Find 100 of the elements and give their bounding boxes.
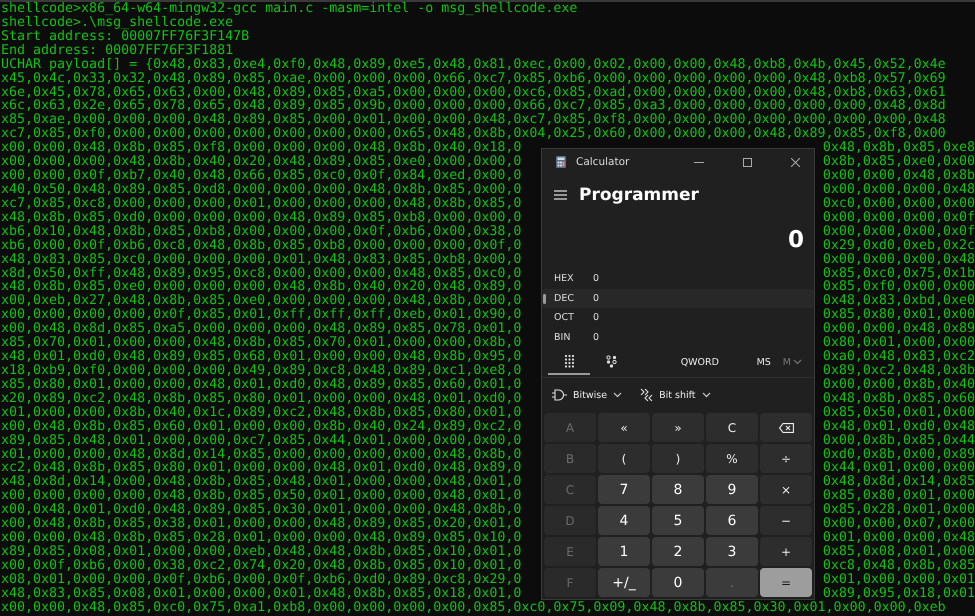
terminal-line: x40,0x50,0x48,0x89,0x85,0xd8,0x00,0x00,0x00,0x48,0x8b,0x85,0x00,0	[1, 182, 522, 197]
calculator-key[interactable]: C	[706, 413, 758, 442]
terminal-line: x00,0x48,0x8b,0x85,0x60,0x01,0x00,0x00,0x8b,0x40,0x24,0x89,0xc2,0	[1, 420, 522, 434]
terminal-line: x00,0xeb,0x27,0x48,0x8b,0x85,0xe0,0x00,0x00,0x00,0x48,0x8b,0x00,0	[1, 294, 522, 308]
dropdown-button[interactable]: Bit shift	[636, 383, 715, 407]
terminal-line: x00,0x48,0x8b,0x85,0x38,0x01,0x00,0x00,0x48,0x89,0x85,0x20,0x01,0	[1, 517, 522, 532]
calculator-key[interactable]: 1	[598, 537, 650, 566]
logic-gate-icon	[552, 389, 567, 401]
terminal-line: Start address: 00007FF76F3F147B	[1, 30, 250, 44]
calculator-key[interactable]: 4	[598, 506, 650, 535]
terminal-line: 0x85,0x08,0x01,0x00	[822, 544, 975, 559]
calculator-key[interactable]	[760, 413, 812, 442]
calculator-key[interactable]: ×	[760, 475, 812, 504]
calculator-key[interactable]: +	[760, 537, 812, 566]
number-base-row[interactable]: OCT 0	[542, 308, 814, 328]
calculator-key[interactable]: 5	[652, 506, 704, 535]
terminal-line: 0x48,0x8d,0x14,0x85	[822, 475, 975, 490]
terminal-line: xc7,0x85,0xf0,0x00,0x00,0x00,0x00,0x00,0x00,0x00,0x65,0x48,0x8b,0x04,0x25,0x60,0x00,0x00,0x00,0x48,0x89,0x85,0xf8,0x00	[1, 127, 946, 142]
terminal-line: 0x48,0x8b,0x85,0x60	[822, 392, 975, 406]
terminal-line: 0x85,0x80,0x01,0x00	[822, 489, 975, 504]
terminal-line: 0x00,0x00,0x00,0x0f	[822, 210, 975, 225]
terminal-line: x00,0x48,0x01,0xd0,0x48,0x89,0x85,0x30,0x01,0x00,0x00,0x48,0x8b,0	[1, 503, 522, 518]
calculator-key[interactable]: 3	[706, 537, 758, 566]
terminal-line: x00,0x00,0x48,0x8b,0x85,0x28,0x01,0x00,0x00,0x48,0x89,0x85,0x10,0	[1, 531, 522, 545]
calculator-key[interactable]: 7	[598, 475, 650, 504]
terminal-line: x00,0x00,0x00,0x00,0x0f,0x85,0x01,0xff,0xff,0xff,0xeb,0x01,0x90,0	[1, 308, 522, 322]
calculator-key[interactable]: =	[760, 568, 812, 597]
terminal-line: x00,0x0f,0xb6,0x00,0x38,0xc2,0x74,0x20,0x48,0x8b,0x85,0x10,0x01,0	[1, 558, 522, 573]
terminal-line: 0x00,0x00,0x00,0x48	[822, 182, 975, 197]
double-chevron-icon	[640, 388, 654, 402]
terminal-line: x48,0x8b,0x85,0xd0,0x00,0x00,0x00,0x48,0x89,0x85,0xb8,0x00,0x00,0	[1, 210, 522, 225]
calculator-key[interactable]: »	[652, 413, 704, 442]
calculator-key[interactable]: «	[598, 413, 650, 442]
close-icon	[790, 158, 800, 166]
maximize-icon	[742, 158, 752, 166]
chevron-down-icon	[613, 392, 622, 398]
terminal-line: 0x44,0x01,0x00,0x00	[822, 461, 975, 476]
backspace-icon	[778, 422, 794, 432]
word-size-button[interactable]: QWORD	[674, 350, 725, 374]
calculator-key[interactable]: )	[652, 444, 704, 473]
calculator-key[interactable]: −	[760, 506, 812, 535]
terminal-line: 0x00,0x00,0x00,0x0f	[822, 224, 975, 239]
terminal-line: xc7,0x85,0xc8,0x00,0x00,0x00,0x01,0x00,0x00,0x00,0x48,0x8b,0x85,0	[1, 196, 522, 211]
terminal-line: 0x00,0x00,0x8b,0x40	[822, 378, 975, 392]
terminal-line: x00,0x00,0x48,0x85,0xc0,0x75,0xa1,0xb8,0x00,0x00,0x00,0x00,0x85,0xc0,0x75,0x09,0x48,0x8b,0x85,0x30,0x01,0x00,0x00,0xeb	[1, 600, 946, 615]
number-base-row[interactable]: DEC 0	[542, 288, 814, 308]
keypad-icon	[564, 354, 574, 368]
terminal-line: 0x00,0x8b,0x85,0x44	[822, 434, 975, 448]
calculator-key[interactable]: 6	[706, 506, 758, 535]
menu-icon[interactable]	[554, 190, 567, 200]
terminal-line: x08,0x01,0x00,0x00,0x0f,0xb6,0x00,0x0f,0xb6,0xd0,0x89,0xc8,0x29,0	[1, 572, 522, 587]
terminal-line: x48,0x01,0xd0,0x48,0x89,0x85,0x68,0x01,0x00,0x00,0x48,0x8b,0x95,0	[1, 350, 522, 364]
calculator-key[interactable]: ÷	[760, 444, 812, 473]
number-base-row[interactable]: BIN 0	[542, 328, 814, 347]
dropdown-button[interactable]: Bitwise	[548, 383, 626, 407]
terminal-line: x20,0x89,0xc2,0x48,0x8b,0x85,0x80,0x01,0x00,0x00,0x48,0x01,0xd0,0	[1, 392, 522, 406]
terminal-line: x85,0xae,0x00,0x00,0x00,0x48,0x89,0x85,0x00,0x01,0x00,0x00,0x48,0xc7,0x85,0xf8,0x00,0x00,0x00,0x00,0x00,0x00,0x00,0x48	[1, 113, 946, 128]
terminal-line: x85,0x70,0x01,0x00,0x00,0x48,0x8b,0x85,0x70,0x01,0x00,0x00,0x8b,0	[1, 336, 522, 350]
terminal-line: shellcode>.\msg_shellcode.exe	[1, 16, 234, 30]
terminal-line: 0x00,0x00,0x07,0x00	[822, 517, 975, 532]
terminal-line: 0x00,0x00,0x00,0x48	[822, 252, 975, 267]
terminal-line: x48,0x83,0x85,0xc0,0x00,0x00,0x00,0x01,0x48,0x83,0x85,0xb8,0x00,0	[1, 252, 522, 267]
terminal-line: x89,0x85,0x08,0x01,0x00,0x00,0xeb,0x48,0x48,0x8b,0x85,0x10,0x01,0	[1, 544, 522, 559]
terminal-line: x85,0x80,0x01,0x00,0x00,0x48,0x01,0xd0,0x48,0x89,0x85,0x60,0x01,0	[1, 378, 522, 392]
number-base-row[interactable]: HEX 0	[542, 269, 814, 288]
terminal-line: x45,0x4c,0x33,0x32,0x48,0x89,0x85,0xae,0x00,0x00,0x00,0x66,0xc7,0x85,0xb6,0x00,0x00,0x00,0x00,0x00,0x48,0xb8,0x57,0x69	[1, 72, 946, 86]
terminal-line: x48,0x8b,0x85,0xe0,0x00,0x00,0x00,0x48,0x8b,0x40,0x20,0x48,0x89,0	[1, 280, 522, 294]
terminal-line: shellcode>x86_64-w64-mingw32-gcc main.c -masm=intel -o msg_shellcode.exe	[1, 2, 578, 16]
terminal-line: 0x85,0x80,0x01,0x00	[822, 308, 975, 322]
terminal-line: xc2,0x48,0x8b,0x85,0x80,0x01,0x00,0x00,0x48,0x01,0xd0,0x48,0x89,0	[1, 461, 522, 476]
terminal-line: x01,0x00,0x00,0x8b,0x40,0x1c,0x89,0xc2,0x48,0x8b,0x85,0x80,0x01,0	[1, 406, 522, 420]
terminal-line: x00,0x48,0x8d,0x85,0xa5,0x00,0x00,0x00,0x48,0x89,0x85,0x78,0x01,0	[1, 322, 522, 336]
terminal-line: x8d,0x50,0xff,0x48,0x89,0x95,0xc8,0x00,0x00,0x00,0x48,0x85,0xc0,0	[1, 266, 522, 280]
terminal-line: 0x8b,0x85,0xe0,0x00	[822, 155, 975, 170]
terminal-line: x6e,0x45,0x78,0x65,0x63,0x00,0x48,0x89,0x85,0xa5,0x00,0x00,0x00,0xc6,0x85,0xad,0x00,0x00,0x00,0x00,0x48,0xb8,0x63,0x61	[1, 86, 946, 100]
terminal-line: x18,0xb9,0xf0,0x00,0x00,0x00,0x49,0x89,0xc8,0x48,0x89,0xc1,0xe8,0	[1, 364, 522, 378]
terminal-line: x89,0x85,0x48,0x01,0x00,0x00,0xc7,0x85,0x44,0x01,0x00,0x00,0x00,0	[1, 434, 522, 448]
calculator-key[interactable]: 0	[652, 568, 704, 597]
terminal-line: 0xd0,0x8b,0x00,0x89	[822, 448, 975, 462]
terminal-line: 0x00,0x00,0x48,0x8b	[822, 169, 975, 183]
terminal-line: 0x89,0x95,0x18,0x01	[822, 586, 975, 601]
calculator-key[interactable]: %	[706, 444, 758, 473]
calculator-key[interactable]: 9	[706, 475, 758, 504]
terminal-line: x6c,0x63,0x2e,0x65,0x78,0x65,0x48,0x89,0x85,0x9b,0x00,0x00,0x00,0x66,0xc7,0x85,0xa3,0x00,0x00,0x00,0x00,0x00,0x48,0x8d	[1, 99, 946, 114]
terminal-line: xb6,0x00,0x0f,0xb6,0xc8,0x48,0x8b,0x85,0xb8,0x00,0x00,0x00,0x0f,0	[1, 238, 522, 253]
terminal-line: 0x01,0x00,0x00,0x48	[822, 531, 975, 545]
calculator-key[interactable]: 2	[652, 537, 704, 566]
terminal-line: x00,0x00,0x0f,0xb7,0x40,0x48,0x66,0x85,0xc0,0x0f,0x84,0xed,0x00,0	[1, 169, 522, 183]
terminal-line: 0x29,0xd0,0xeb,0x2c	[822, 238, 975, 253]
bit-toggle-icon	[606, 354, 616, 368]
calculator-key[interactable]: +/_	[598, 568, 650, 597]
terminal-line: x00,0x00,0x48,0x8b,0x85,0xf8,0x00,0x00,0x00,0x48,0x8b,0x40,0x18,0	[1, 141, 522, 156]
terminal-line: 0xa0,0x48,0x83,0xc2	[822, 350, 975, 364]
terminal-line: 0xc0,0x00,0x00,0x00	[822, 196, 975, 211]
terminal-line: x48,0x8d,0x14,0x00,0x48,0x8b,0x85,0x48,0x01,0x00,0x00,0x48,0x01,0	[1, 475, 522, 490]
memory-button[interactable]: MS	[750, 350, 777, 374]
terminal-line: 0x85,0x50,0x01,0x00	[822, 406, 975, 420]
calculator-key[interactable]: 8	[652, 475, 704, 504]
calculator-key[interactable]: (	[598, 444, 650, 473]
terminal-line: 0x01,0x00,0x00,0x01	[822, 572, 975, 587]
